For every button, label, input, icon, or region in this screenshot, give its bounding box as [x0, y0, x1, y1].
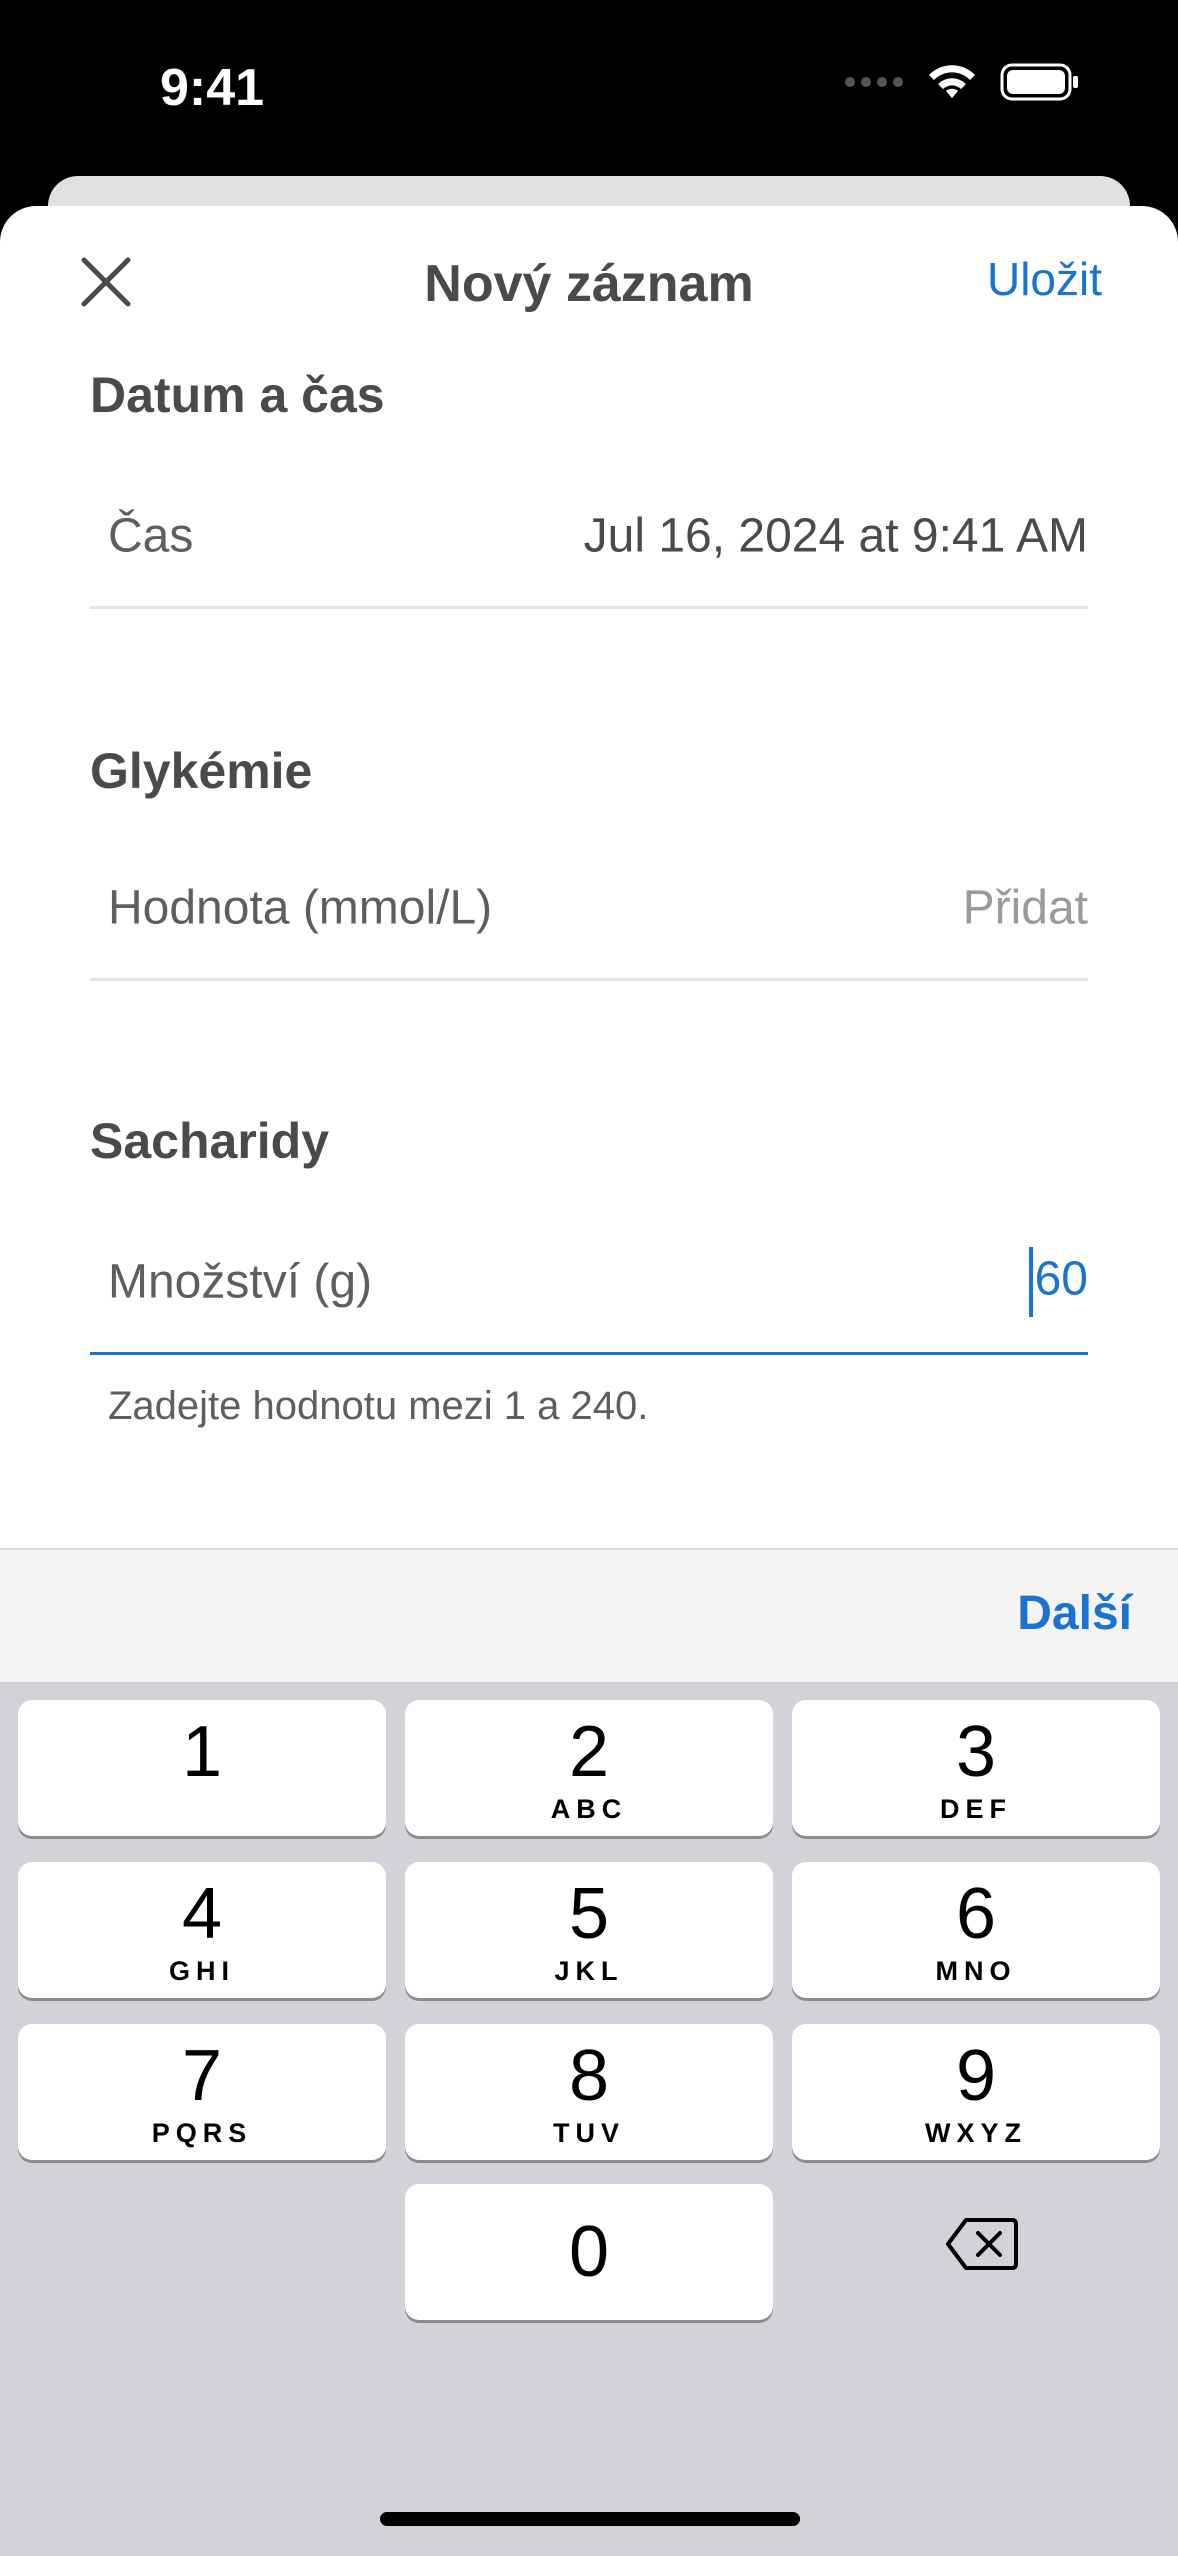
key-letters: GHI [168, 1956, 235, 1986]
datetime-label: Čas [108, 509, 194, 563]
section-title-carbs: Sacharidy [90, 1113, 330, 1169]
key-digit: 4 [181, 1874, 223, 1954]
key-digit: 6 [955, 1874, 997, 1954]
datetime-value[interactable]: Jul 16, 2024 at 9:41 AM [584, 509, 1088, 564]
key-3[interactable]: 3 DEF [792, 1700, 1160, 1836]
key-8[interactable]: 8 TUV [405, 2024, 773, 2160]
next-button[interactable]: Další [1017, 1586, 1132, 1641]
key-digit: 0 [568, 2212, 610, 2292]
carbs-value: 60 [1034, 1252, 1088, 1306]
key-digit: 2 [568, 1712, 610, 1792]
key-7[interactable]: 7 PQRS [18, 2024, 386, 2160]
carbs-hint: Zadejte hodnotu mezi 1 a 240. [108, 1384, 649, 1428]
section-title-datetime: Datum a čas [90, 367, 385, 423]
key-9[interactable]: 9 WXYZ [792, 2024, 1160, 2160]
key-letters: JKL [554, 1956, 624, 1986]
key-digit: 5 [568, 1874, 610, 1954]
datetime-row[interactable]: Čas Jul 16, 2024 at 9:41 AM [90, 466, 1088, 609]
key-digit: 3 [955, 1712, 997, 1792]
carbs-row[interactable]: Množství (g) 60 [90, 1212, 1088, 1355]
key-digit: 1 [181, 1712, 223, 1792]
glucose-label: Hodnota (mmol/L) [108, 881, 493, 935]
status-icons [844, 62, 1080, 102]
key-4[interactable]: 4 GHI [18, 1862, 386, 1998]
key-digit: 7 [181, 2036, 223, 2116]
status-time: 9:41 [160, 59, 265, 117]
section-title-glucose: Glykémie [90, 743, 313, 799]
key-0[interactable]: 0 [405, 2184, 773, 2320]
key-5[interactable]: 5 JKL [405, 1862, 773, 1998]
key-letters: ABC [550, 1794, 628, 1824]
glucose-row[interactable]: Hodnota (mmol/L) Přidat [90, 838, 1088, 981]
wifi-icon [929, 65, 975, 98]
carbs-label: Množství (g) [108, 1255, 373, 1309]
key-digit: 9 [955, 2036, 997, 2116]
backspace-icon[interactable] [944, 2214, 1020, 2274]
key-digit: 8 [568, 2036, 610, 2116]
key-6[interactable]: 6 MNO [792, 1862, 1160, 1998]
key-1[interactable]: 1 [18, 1700, 386, 1836]
glucose-input[interactable]: Přidat [963, 881, 1088, 936]
carbs-input[interactable]: 60 [1028, 1247, 1088, 1317]
save-button[interactable]: Uložit [987, 252, 1102, 306]
cellular-signal-icon [845, 77, 903, 87]
key-letters: TUV [553, 2118, 625, 2148]
key-letters: MNO [935, 1956, 1017, 1986]
text-caret [1028, 1247, 1033, 1317]
key-letters: WXYZ [925, 2118, 1027, 2148]
keyboard-accessory-bar: Další [0, 1548, 1178, 1684]
home-indicator [380, 2512, 800, 2526]
key-letters: PQRS [151, 2118, 253, 2148]
key-letters: DEF [940, 1794, 1012, 1824]
battery-icon [1000, 63, 1078, 101]
key-2[interactable]: 2 ABC [405, 1700, 773, 1836]
